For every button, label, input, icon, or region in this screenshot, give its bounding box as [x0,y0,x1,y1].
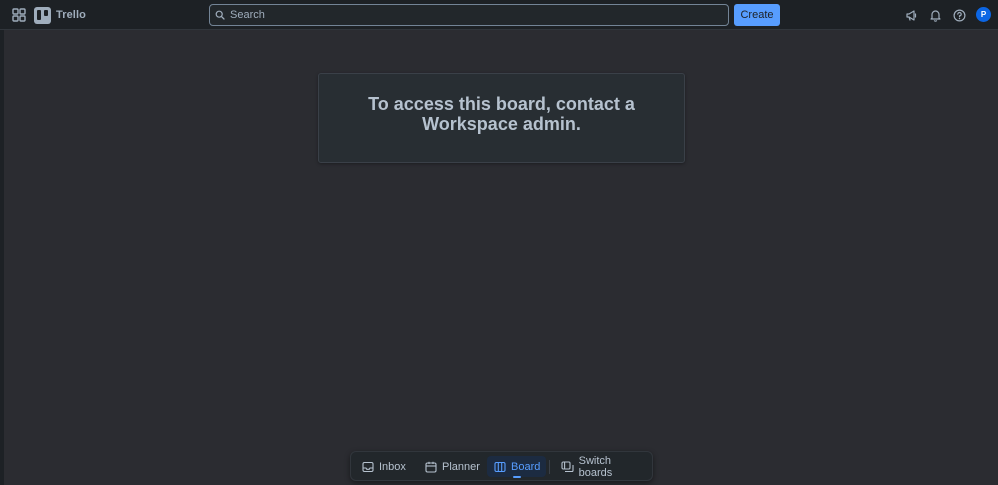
switcher-item-board[interactable]: Board [487,456,547,478]
calendar-icon [424,460,438,474]
apps-switcher-icon [12,8,26,22]
create-button[interactable]: Create [734,4,780,26]
switcher-item-switch-boards[interactable]: Switch boards [555,454,652,479]
view-switcher: Inbox Planner Board Switch boards [350,451,653,481]
switcher-label-switch-boards: Switch boards [578,454,613,479]
switcher-label-planner: Planner [442,460,480,473]
switcher-divider [549,460,550,474]
search-box[interactable] [209,4,729,26]
bell-icon [929,9,941,22]
sidebar-collapsed-edge[interactable] [0,30,4,485]
switcher-label-board: Board [511,460,541,473]
help-button[interactable] [949,5,969,25]
search-input[interactable] [230,9,728,21]
search-icon [214,9,226,21]
apps-switcher-button[interactable] [9,5,29,25]
board-icon [493,460,507,474]
switcher-item-planner[interactable]: Planner [418,456,486,477]
inbox-icon [361,460,375,474]
trello-logo-link[interactable]: Trello [34,5,86,25]
help-icon [952,8,966,22]
access-message-card: To access this board, contact a Workspac… [318,73,685,163]
active-view-indicator [512,476,521,478]
switcher-item-inbox[interactable]: Inbox [355,456,412,477]
app-name: Trello [56,9,86,21]
megaphone-icon [905,9,916,21]
notifications-button[interactable] [925,5,945,25]
access-message-title: To access this board, contact a Workspac… [368,94,635,134]
account-avatar[interactable]: P [976,7,991,22]
switcher-label-inbox: Inbox [379,460,406,473]
trello-logo-icon [34,6,51,24]
feedback-button[interactable] [901,5,921,25]
switch-boards-icon [561,460,575,474]
top-navigation-bar: Trello Create P [0,0,998,30]
